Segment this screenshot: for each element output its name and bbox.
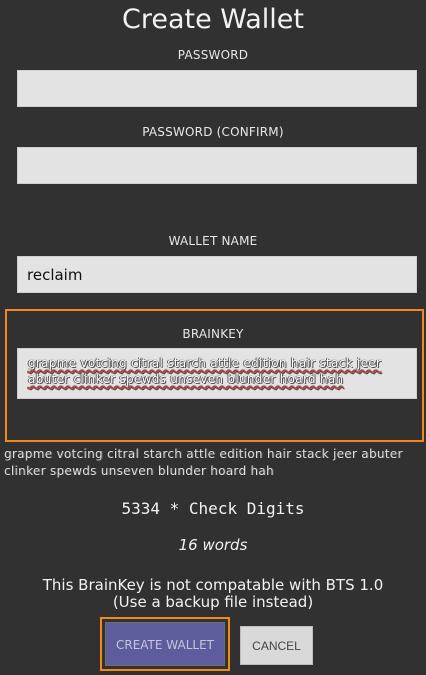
compatibility-warning: This BrainKey is not compatable with BTS…	[0, 577, 426, 611]
check-digits: 5334 * Check Digits	[121, 499, 305, 518]
warning-line-1: This BrainKey is not compatable with BTS…	[42, 576, 384, 594]
wallet-name-field[interactable]	[17, 256, 417, 293]
cancel-button[interactable]: CANCEL	[240, 626, 313, 665]
warning-line-2: (Use a backup file instead)	[112, 593, 314, 611]
brainkey-field[interactable]: grapme votcing citral starch attle editi…	[17, 348, 417, 399]
password-confirm-label: PASSWORD (CONFIRM)	[142, 125, 284, 139]
brainkey-label: BRAINKEY	[182, 327, 244, 341]
wallet-name-label: WALLET NAME	[168, 234, 258, 248]
word-count: 16 words	[178, 536, 248, 554]
create-wallet-button[interactable]: CREATE WALLET	[105, 622, 225, 666]
brainkey-preview-text: grapme votcing citral starch attle editi…	[4, 447, 403, 478]
brainkey-field-text: grapme votcing citral starch attle editi…	[28, 356, 382, 386]
password-confirm-field[interactable]	[17, 147, 417, 184]
password-field[interactable]	[17, 70, 417, 107]
password-label: PASSWORD	[177, 48, 249, 62]
page-title: Create Wallet	[121, 4, 304, 35]
